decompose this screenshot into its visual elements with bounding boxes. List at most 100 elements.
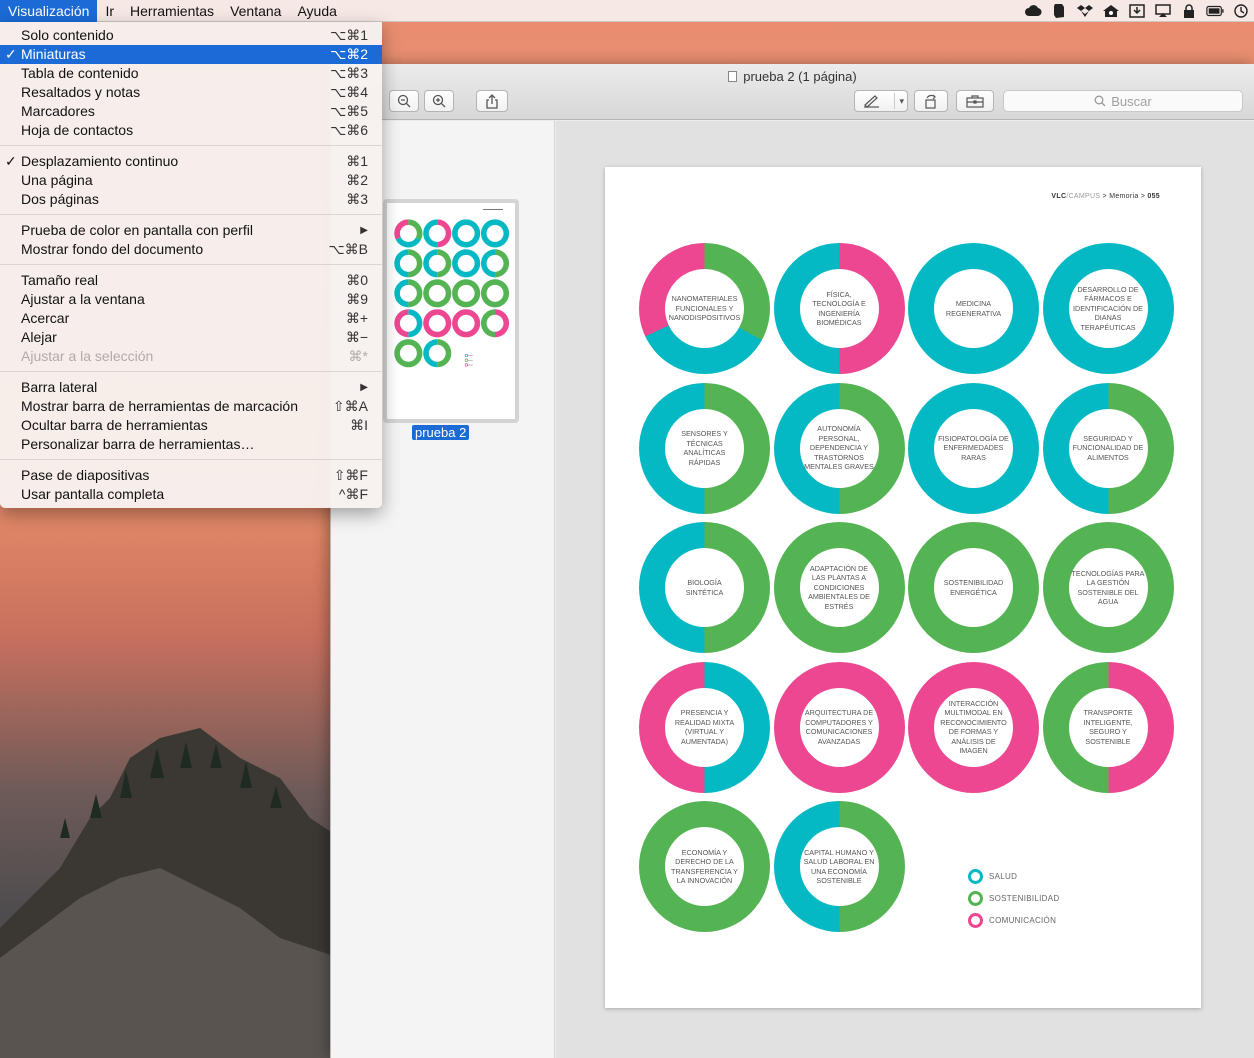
menu-item-desplazamiento-continuo[interactable]: ✓ Desplazamiento continuo ⌘1 — [0, 152, 382, 171]
page-thumbnail[interactable] — [383, 199, 519, 423]
download-icon[interactable] — [1128, 3, 1146, 19]
header-campus: /CAMPUS — [1066, 193, 1101, 200]
menu-item-acercar[interactable]: Acercar ⌘+ — [0, 309, 382, 328]
menu-item-solo-contenido[interactable]: Solo contenido ⌥⌘1 — [0, 26, 382, 45]
menu-item-shortcut: ⌘* — [348, 348, 368, 364]
evernote-icon[interactable] — [1050, 3, 1068, 19]
rotate-button[interactable] — [914, 90, 948, 112]
menu-item-label: Pase de diapositivas — [21, 467, 150, 483]
preview-window: prueba 2 (1 página) ▾ Buscar prueba 2 VL… — [330, 64, 1254, 1058]
menu-item-dos-paginas[interactable]: Dos páginas ⌘3 — [0, 190, 382, 209]
menubar: Visualización Ir Herramientas Ventana Ay… — [0, 0, 1254, 22]
menu-item-una-pagina[interactable]: Una página ⌘2 — [0, 171, 382, 190]
menu-item-personalizar-barra-de-herramientas[interactable]: Personalizar barra de herramientas… — [0, 435, 382, 454]
thumbnail-legend-text — [467, 355, 473, 356]
menu-item-mostrar-barra-de-herramientas-de-marcacion[interactable]: Mostrar barra de herramientas de marcaci… — [0, 397, 382, 416]
menu-item-shortcut: ⌥⌘2 — [330, 46, 368, 62]
markup-pen-button[interactable]: ▾ — [854, 90, 908, 112]
menu-item-shortcut: ⌘2 — [346, 172, 368, 188]
ring-label: Adaptación de las plantas a condiciones … — [808, 563, 870, 611]
menu-item-prueba-de-color-en-pantalla-con-perfil[interactable]: Prueba de color en pantalla con perfil ▶ — [0, 221, 382, 240]
ring-label: Fisiopatología de enfermedades raras — [938, 433, 1009, 462]
chevron-down-icon[interactable]: ▾ — [894, 93, 904, 109]
share-icon — [486, 93, 498, 109]
menu-item-miniaturas[interactable]: ✓ Miniaturas ⌥⌘2 — [0, 45, 382, 64]
menu-herramientas[interactable]: Herramientas — [122, 0, 222, 22]
thumbnail-ring-segment — [423, 309, 452, 338]
menu-visualizacion[interactable]: Visualización — [0, 0, 98, 22]
search-placeholder: Buscar — [1111, 93, 1152, 109]
menu-item-shortcut: ^⌘F — [338, 486, 368, 502]
menu-item-shortcut: ⌥⌘3 — [330, 65, 368, 81]
menu-item-ocultar-barra-de-herramientas[interactable]: Ocultar barra de herramientas ⌘I — [0, 416, 382, 435]
ring-center: Autonomía personal, dependencia y trasto… — [799, 408, 879, 488]
menu-item-label: Tamaño real — [21, 272, 99, 288]
menu-item-marcadores[interactable]: Marcadores ⌥⌘5 — [0, 102, 382, 121]
menu-item-label: Mostrar fondo del documento — [21, 241, 204, 257]
menu-ir[interactable]: Ir — [97, 0, 122, 22]
share-button[interactable] — [476, 90, 508, 112]
menu-separator — [0, 264, 382, 265]
menu-item-mostrar-fondo-del-documento[interactable]: Mostrar fondo del documento ⌥⌘B — [0, 240, 382, 259]
ring-center: Desarrollo de fármacos e identificación … — [1068, 269, 1148, 348]
ring-center: Biología sintética — [665, 548, 744, 627]
thumbnail-ring-segment — [480, 279, 510, 308]
menu-item-hoja-de-contactos[interactable]: Hoja de contactos ⌥⌘6 — [0, 121, 382, 140]
legend-item-comunicacion: COMUNICACIÓN — [968, 913, 1056, 928]
zoom-in-button[interactable] — [424, 90, 454, 112]
airplay-icon[interactable] — [1154, 3, 1172, 19]
lock-icon[interactable] — [1180, 3, 1198, 19]
menu-item-barra-lateral[interactable]: Barra lateral ▶ — [0, 378, 382, 397]
menu-item-shortcut: ⌘3 — [346, 191, 368, 207]
ring-label: Medicina regenerativa — [945, 299, 1002, 318]
battery-icon[interactable] — [1206, 3, 1224, 19]
menu-item-shortcut: ⌥⌘B — [328, 241, 368, 257]
houseparty-icon[interactable] — [1102, 3, 1120, 19]
ring-center: Economía y derecho de la transferencia y… — [665, 827, 744, 906]
ring-label: Desarrollo de fármacos e identificación … — [1073, 284, 1143, 332]
menu-separator — [0, 459, 382, 460]
thumbnail-ring-segment — [480, 309, 496, 338]
mountain-scenery — [0, 728, 340, 1058]
thumbnail-ring-segment — [394, 279, 409, 308]
ring-label: Física, tecnología e ingeniería biomédic… — [812, 289, 866, 328]
time-machine-icon[interactable] — [1232, 3, 1250, 19]
toolbox-button[interactable] — [956, 90, 994, 112]
zoom-out-button[interactable] — [389, 90, 419, 112]
menu-ventana[interactable]: Ventana — [222, 0, 289, 22]
thumbnail-legend-text — [467, 364, 473, 366]
menu-item-label: Solo contenido — [21, 27, 114, 43]
search-field[interactable]: Buscar — [1003, 90, 1243, 112]
menu-item-pase-de-diapositivas[interactable]: Pase de diapositivas ⇧⌘F — [0, 466, 382, 485]
menu-item-label: Ocultar barra de herramientas — [21, 417, 208, 433]
submenu-arrow-icon: ▶ — [360, 225, 368, 236]
menu-separator — [0, 371, 382, 372]
toolbox-icon — [966, 95, 984, 108]
window-title-text: prueba 2 (1 página) — [743, 69, 857, 84]
menu-item-tabla-de-contenido[interactable]: Tabla de contenido ⌥⌘3 — [0, 64, 382, 83]
ring-chart: Capital humano y salud laboral en una ec… — [773, 801, 905, 932]
menu-ayuda[interactable]: Ayuda — [289, 0, 344, 22]
dropbox-icon[interactable] — [1076, 3, 1094, 19]
menu-item-ajustar-a-la-ventana[interactable]: Ajustar a la ventana ⌘9 — [0, 290, 382, 309]
thumbnail-label[interactable]: prueba 2 — [412, 425, 470, 440]
menu-item-resaltados-y-notas[interactable]: Resaltados y notas ⌥⌘4 — [0, 83, 382, 102]
menu-item-shortcut: ⌥⌘5 — [330, 103, 368, 119]
ring-center: Sensores y técnicas analíticas rápidas — [665, 408, 744, 488]
menu-item-shortcut: ⌘9 — [346, 291, 368, 307]
menu-item-tamano-real[interactable]: Tamaño real ⌘0 — [0, 271, 382, 290]
menu-item-shortcut: ⌘− — [345, 329, 368, 345]
thumbnail-ring-segment — [437, 219, 452, 248]
ring-chart: Adaptación de las plantas a condiciones … — [773, 522, 905, 653]
window-title: prueba 2 (1 página) — [331, 69, 1254, 84]
document-page: VLC/CAMPUS > Memoria > 055 Nanomateriale… — [605, 167, 1201, 1008]
creative-cloud-icon[interactable] — [1024, 3, 1042, 19]
legend-dot — [968, 869, 983, 884]
document-view[interactable]: VLC/CAMPUS > Memoria > 055 Nanomateriale… — [556, 121, 1254, 1058]
menu-item-alejar[interactable]: Alejar ⌘− — [0, 328, 382, 347]
menu-item-usar-pantalla-completa[interactable]: Usar pantalla completa ^⌘F — [0, 485, 382, 504]
thumbnail-ring-segment — [480, 219, 510, 248]
ring-label: Arquitectura de computadores y comunicac… — [804, 708, 874, 746]
ring-center: Interacción multimodal en reconocimiento… — [934, 687, 1013, 767]
ring-center: Nanomateriales funcionales y nanodisposi… — [665, 269, 744, 348]
